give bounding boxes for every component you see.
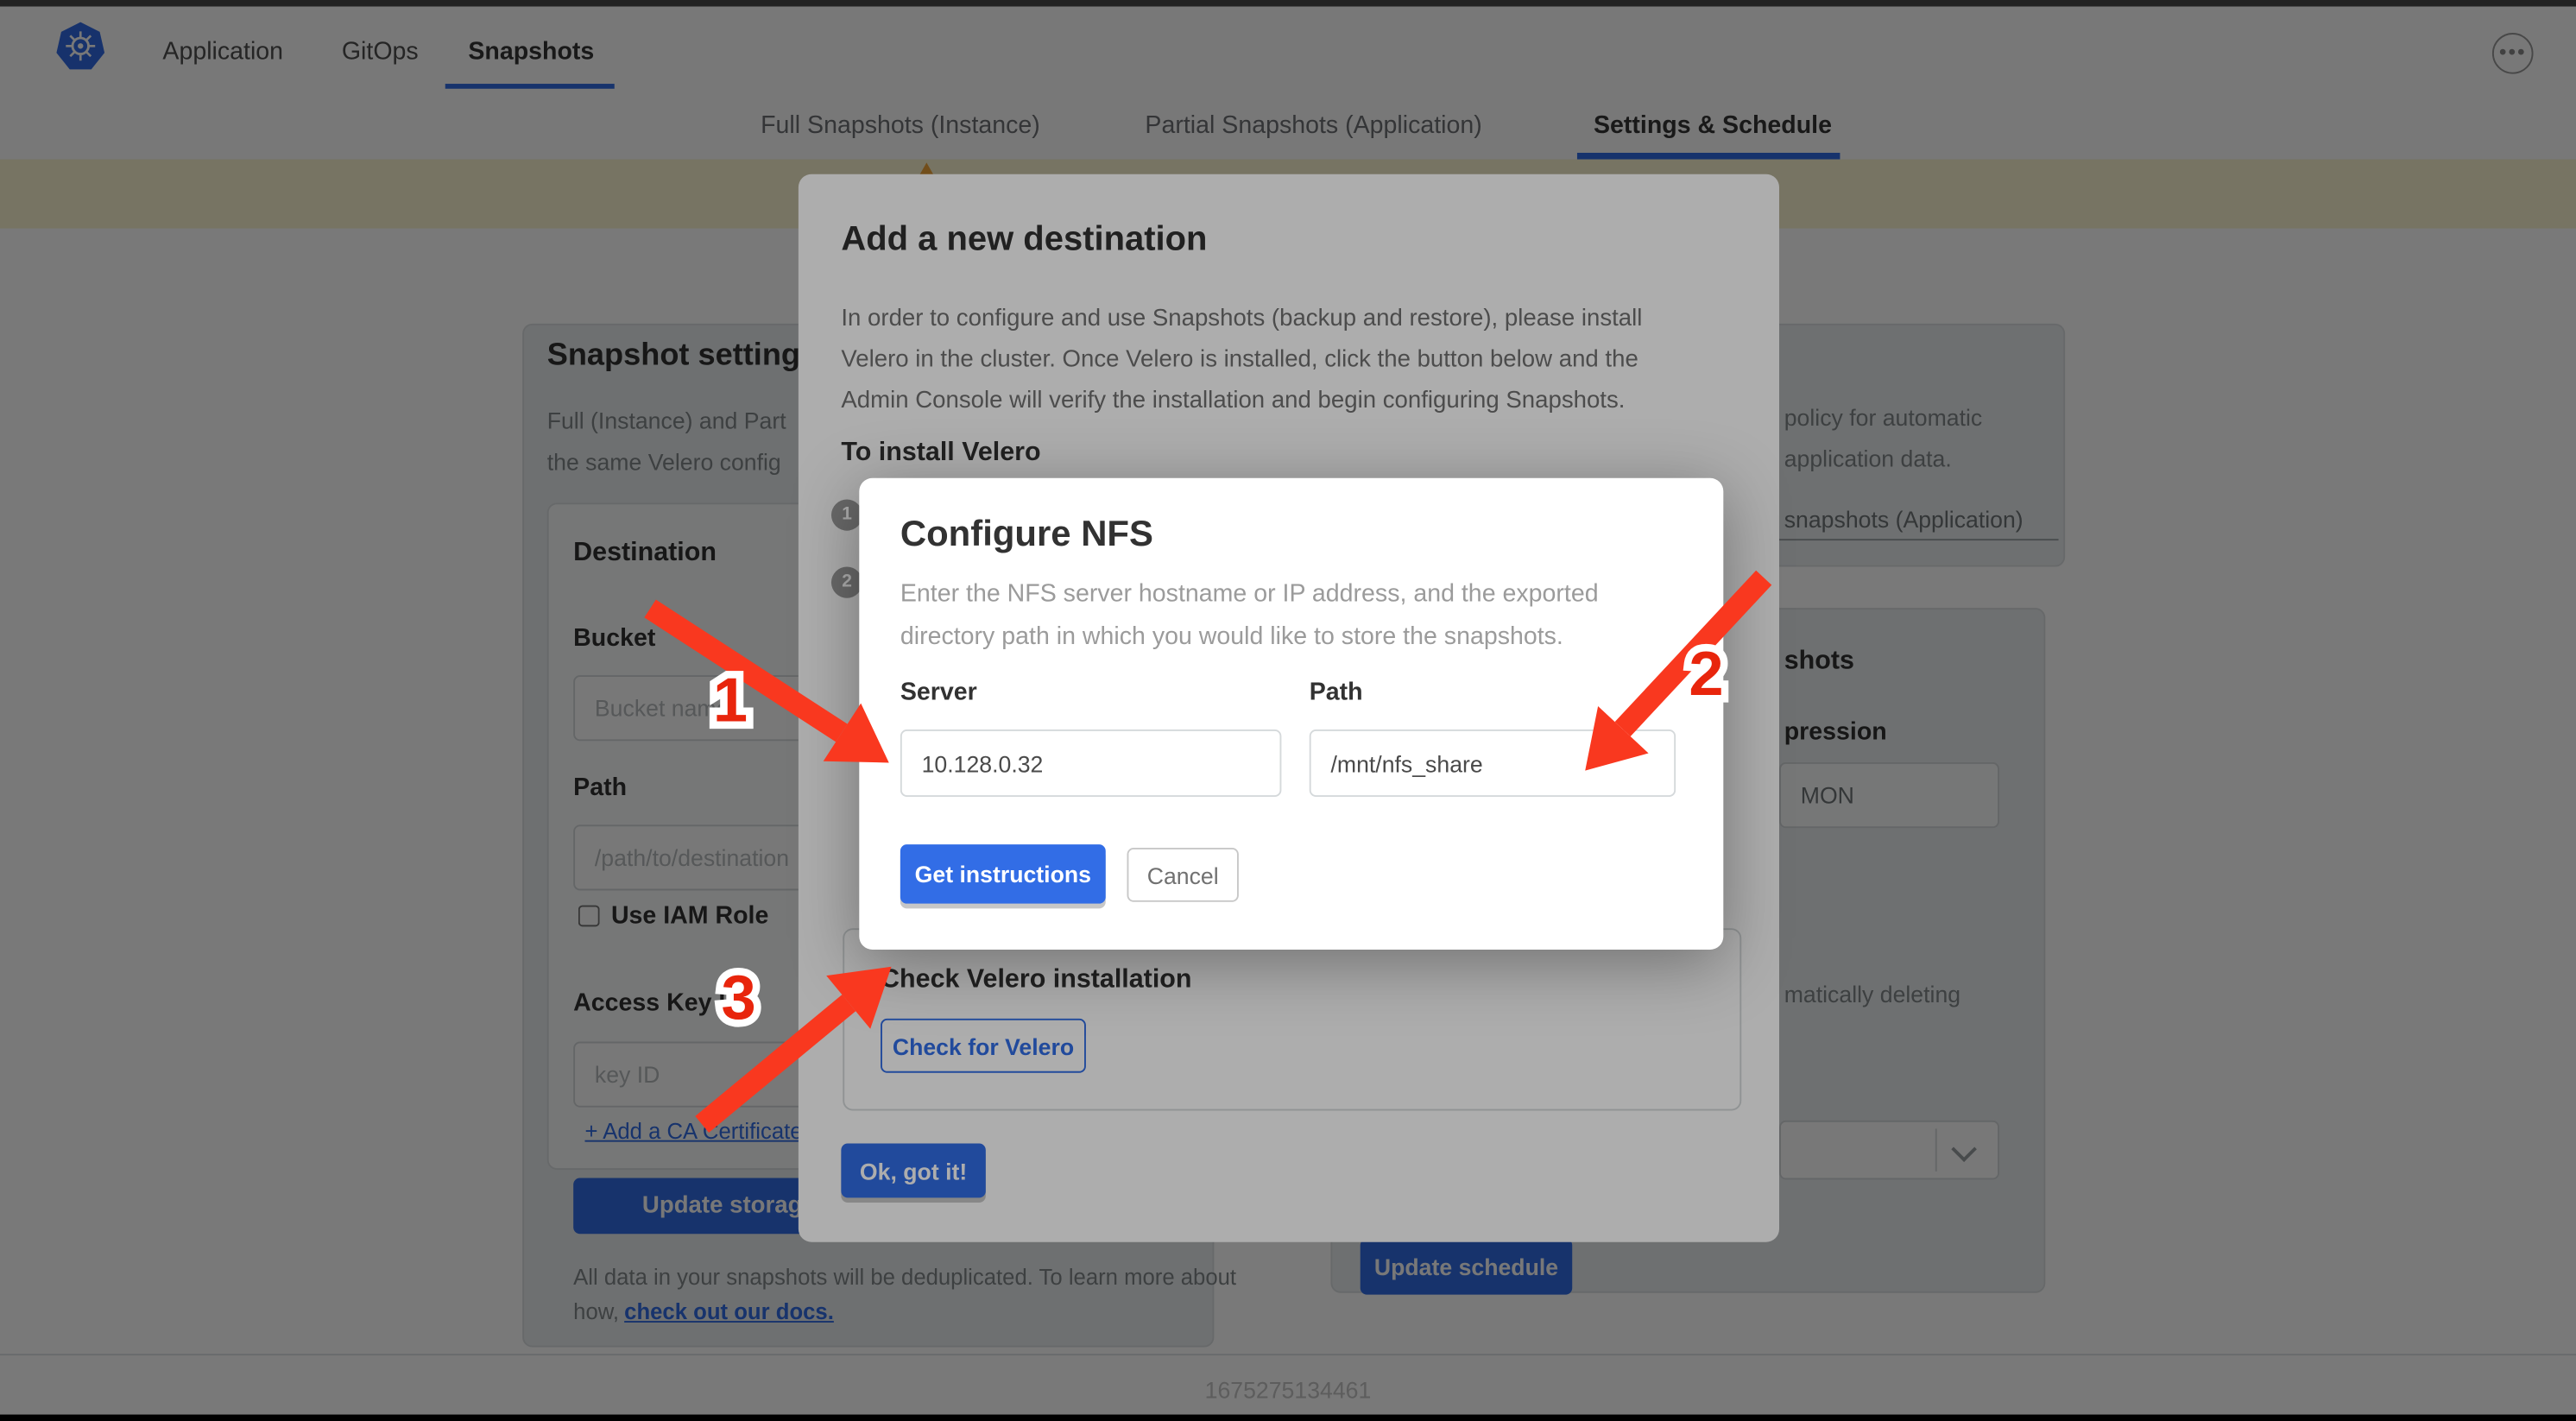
server-input[interactable] bbox=[900, 729, 1282, 797]
get-instructions-button[interactable]: Get instructions bbox=[900, 844, 1106, 904]
annotation-badge-1: 11 bbox=[713, 670, 748, 732]
badge-1-fill: 1 bbox=[713, 667, 748, 736]
nfs-desc-line2: directory path in which you would like t… bbox=[900, 616, 1599, 659]
nfs-desc-line1: Enter the NFS server hostname or IP addr… bbox=[900, 573, 1599, 616]
badge-2-fill: 2 bbox=[1689, 641, 1723, 710]
nfs-modal-desc: Enter the NFS server hostname or IP addr… bbox=[900, 573, 1599, 659]
annotation-badge-2: 22 bbox=[1689, 644, 1723, 706]
screenshot-root: Application GitOps Snapshots ••• Full Sn… bbox=[0, 0, 2576, 1421]
nfs-modal-title: Configure NFS bbox=[900, 513, 1153, 555]
cancel-button[interactable]: Cancel bbox=[1127, 848, 1238, 902]
server-label: Server bbox=[900, 679, 977, 706]
badge-3-fill: 3 bbox=[721, 964, 755, 1033]
annotation-badge-3: 33 bbox=[721, 968, 755, 1030]
nfs-path-label: Path bbox=[1310, 679, 1363, 706]
